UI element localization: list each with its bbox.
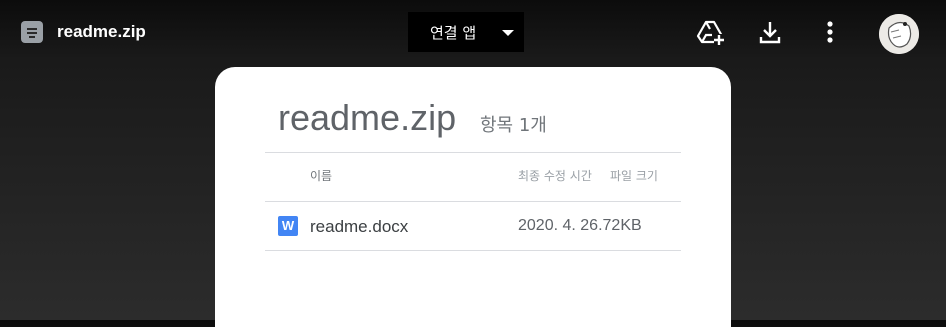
download-icon[interactable] [756,18,784,46]
file-modified-size: 2020. 4. 26.72KB [518,217,642,234]
divider [265,250,681,251]
open-with-button[interactable]: 연결 앱 [408,12,524,52]
column-header-size[interactable]: 파일 크기 [610,167,658,184]
avatar[interactable] [879,14,919,54]
card-title: readme.zip [278,97,457,138]
file-name: readme.docx [310,217,409,236]
more-vert-icon[interactable] [816,18,844,46]
top-bar: readme.zip 연결 앱 [0,0,946,64]
file-row[interactable]: W readme.docx 2020. 4. 26.72KB [265,202,681,250]
word-doc-icon: W [278,216,298,236]
dropdown-caret-icon [502,30,514,36]
add-to-drive-icon[interactable] [696,18,724,46]
divider [265,152,681,153]
avatar-image [879,14,919,54]
zip-file-icon [21,21,43,43]
column-header-name[interactable]: 이름 [310,167,332,184]
item-count: 항목 1개 [480,115,547,136]
open-with-label: 연결 앱 [430,24,477,42]
zip-contents-card: readme.zip 항목 1개 이름 최종 수정 시간 파일 크기 W rea… [215,67,731,327]
column-header-modified[interactable]: 최종 수정 시간 [518,167,592,184]
file-title: readme.zip [57,22,146,41]
